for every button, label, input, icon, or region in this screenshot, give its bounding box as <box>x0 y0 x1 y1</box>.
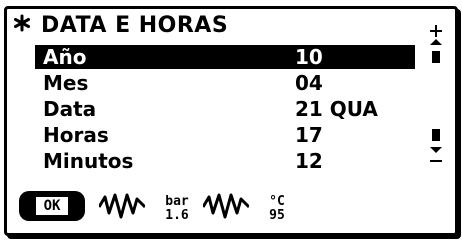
menu-item-value: 10 <box>295 45 323 69</box>
asterisk-icon <box>13 13 31 38</box>
temperature-indicator: °C 95 <box>259 195 295 223</box>
ok-label: OK <box>36 197 68 215</box>
signal-wave-icon <box>203 193 249 219</box>
display-screen: DATA E HORAS Año 10 Mes 04 Data 21 QUA H… <box>4 6 458 236</box>
menu-item-horas[interactable]: Horas 17 <box>35 123 415 147</box>
temperature-value: 95 <box>269 208 285 223</box>
menu-item-label: Horas <box>43 123 109 147</box>
menu-item-mes[interactable]: Mes 04 <box>35 71 415 95</box>
scroll-up-icon[interactable] <box>427 25 445 69</box>
softkey-bar: OK bar 1.6 °C 95 <box>19 183 339 225</box>
page-title-text: DATA E HORAS <box>41 13 229 38</box>
pressure-unit: bar <box>165 194 189 209</box>
menu-item-value: 04 <box>295 71 323 95</box>
menu-item-value: 21 QUA <box>295 97 378 121</box>
scroll-down-icon[interactable] <box>427 127 445 171</box>
menu-item-data[interactable]: Data 21 QUA <box>35 97 415 121</box>
signal-wave-icon <box>99 193 145 219</box>
page-title: DATA E HORAS <box>13 13 228 38</box>
menu-item-value: 17 <box>295 123 323 147</box>
menu-item-label: Data <box>43 97 97 121</box>
temperature-unit: °C <box>269 194 285 209</box>
pressure-value: 1.6 <box>165 208 189 223</box>
menu-item-ano[interactable]: Año 10 <box>35 45 415 69</box>
menu-item-value: 12 <box>295 149 323 173</box>
menu-item-label: Mes <box>43 71 89 95</box>
menu-item-label: Año <box>43 45 87 69</box>
ok-button[interactable]: OK <box>19 191 85 221</box>
menu-item-minutos[interactable]: Minutos 12 <box>35 149 415 173</box>
pressure-indicator: bar 1.6 <box>157 195 197 223</box>
menu-item-label: Minutos <box>43 149 134 173</box>
